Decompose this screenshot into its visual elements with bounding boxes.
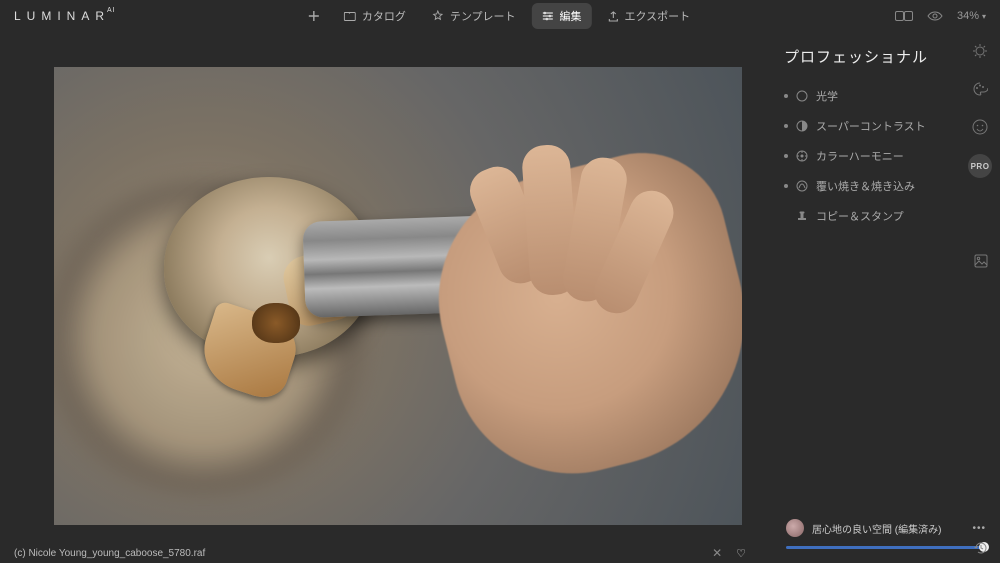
status-dot xyxy=(784,94,788,98)
nav-templates[interactable]: テンプレート xyxy=(422,3,526,29)
history-icon[interactable] xyxy=(974,541,988,555)
tool-colorharmony-label: カラーハーモニー xyxy=(816,148,904,164)
filename-label: (c) Nicole Young_young_caboose_5780.raf xyxy=(14,548,205,559)
layers-icon[interactable] xyxy=(970,250,992,272)
export-icon xyxy=(608,11,619,22)
nav-catalog-label: カタログ xyxy=(362,8,406,24)
image-canvas[interactable] xyxy=(54,67,742,525)
zoom-value: 34% xyxy=(957,10,979,22)
plus-icon xyxy=(308,10,320,22)
nav-templates-label: テンプレート xyxy=(450,8,516,24)
dodgeburn-icon xyxy=(796,180,808,192)
preview-icon[interactable] xyxy=(927,11,943,21)
panel-title: プロフェッショナル xyxy=(782,46,990,67)
footer-bar: (c) Nicole Young_young_caboose_5780.raf … xyxy=(0,543,760,563)
nav-export-label: エクスポート xyxy=(625,8,691,24)
favorite-icon[interactable]: ♡ xyxy=(736,547,746,560)
zoom-control[interactable]: 34% ▾ xyxy=(957,10,986,22)
nav-catalog[interactable]: カタログ xyxy=(334,3,416,29)
status-dot xyxy=(784,124,788,128)
harmony-icon xyxy=(796,150,808,162)
main-area: プロフェッショナル 光学 スーパーコントラスト カラーハーモニー 覆い焼き＆焼き… xyxy=(0,32,1000,543)
top-nav: カタログ テンプレート 編集 エクスポート xyxy=(300,3,700,29)
canvas-area xyxy=(0,32,772,543)
app-name: LUMINAR xyxy=(14,9,110,23)
templates-icon xyxy=(432,10,444,22)
top-bar: LUMINARAI カタログ テンプレート 編集 エクスポート xyxy=(0,0,1000,32)
essentials-tab-icon[interactable] xyxy=(969,40,991,62)
right-panel: プロフェッショナル 光学 スーパーコントラスト カラーハーモニー 覆い焼き＆焼き… xyxy=(772,32,1000,543)
tool-colorharmony[interactable]: カラーハーモニー xyxy=(782,141,990,171)
tool-supercontrast-label: スーパーコントラスト xyxy=(816,118,926,134)
tool-dodgeburn-label: 覆い焼き＆焼き込み xyxy=(816,178,915,194)
creative-tab-icon[interactable] xyxy=(969,78,991,100)
status-dot xyxy=(784,184,788,188)
preset-bar: 居心地の良い空間 (編集済み) ••• xyxy=(786,519,986,549)
tool-clonestamp[interactable]: コピー＆スタンプ xyxy=(782,201,990,231)
preset-strength-slider[interactable] xyxy=(786,546,986,549)
portrait-tab-icon[interactable] xyxy=(969,116,991,138)
tool-clonestamp-label: コピー＆スタンプ xyxy=(816,208,904,224)
close-icon[interactable]: ✕ xyxy=(712,546,722,560)
preset-name: 居心地の良い空間 (編集済み) xyxy=(812,521,941,536)
nav-edit[interactable]: 編集 xyxy=(532,3,592,29)
optics-icon xyxy=(796,90,808,102)
app-suffix: AI xyxy=(107,7,116,14)
tool-dodgeburn[interactable]: 覆い焼き＆焼き込み xyxy=(782,171,990,201)
add-button[interactable] xyxy=(300,10,328,22)
top-right-controls: 34% ▾ xyxy=(895,10,986,22)
pro-tab-badge[interactable]: PRO xyxy=(968,154,992,178)
preset-menu-icon[interactable]: ••• xyxy=(972,523,986,534)
preset-thumbnail[interactable] xyxy=(786,519,804,537)
stamp-icon xyxy=(796,210,808,222)
contrast-icon xyxy=(796,120,808,132)
compare-icon[interactable] xyxy=(895,11,913,21)
chevron-down-icon: ▾ xyxy=(982,12,986,21)
nav-edit-label: 編集 xyxy=(560,8,582,24)
nav-export[interactable]: エクスポート xyxy=(598,3,701,29)
tool-supercontrast[interactable]: スーパーコントラスト xyxy=(782,111,990,141)
edit-icon xyxy=(542,11,554,21)
side-tool-icons-lower xyxy=(970,250,992,272)
tool-optics[interactable]: 光学 xyxy=(782,81,990,111)
status-dot xyxy=(784,154,788,158)
catalog-icon xyxy=(344,11,356,21)
app-logo: LUMINARAI xyxy=(14,9,119,23)
tool-optics-label: 光学 xyxy=(816,88,838,104)
side-tool-icons: PRO xyxy=(968,40,992,178)
preset-header: 居心地の良い空間 (編集済み) ••• xyxy=(786,519,986,537)
